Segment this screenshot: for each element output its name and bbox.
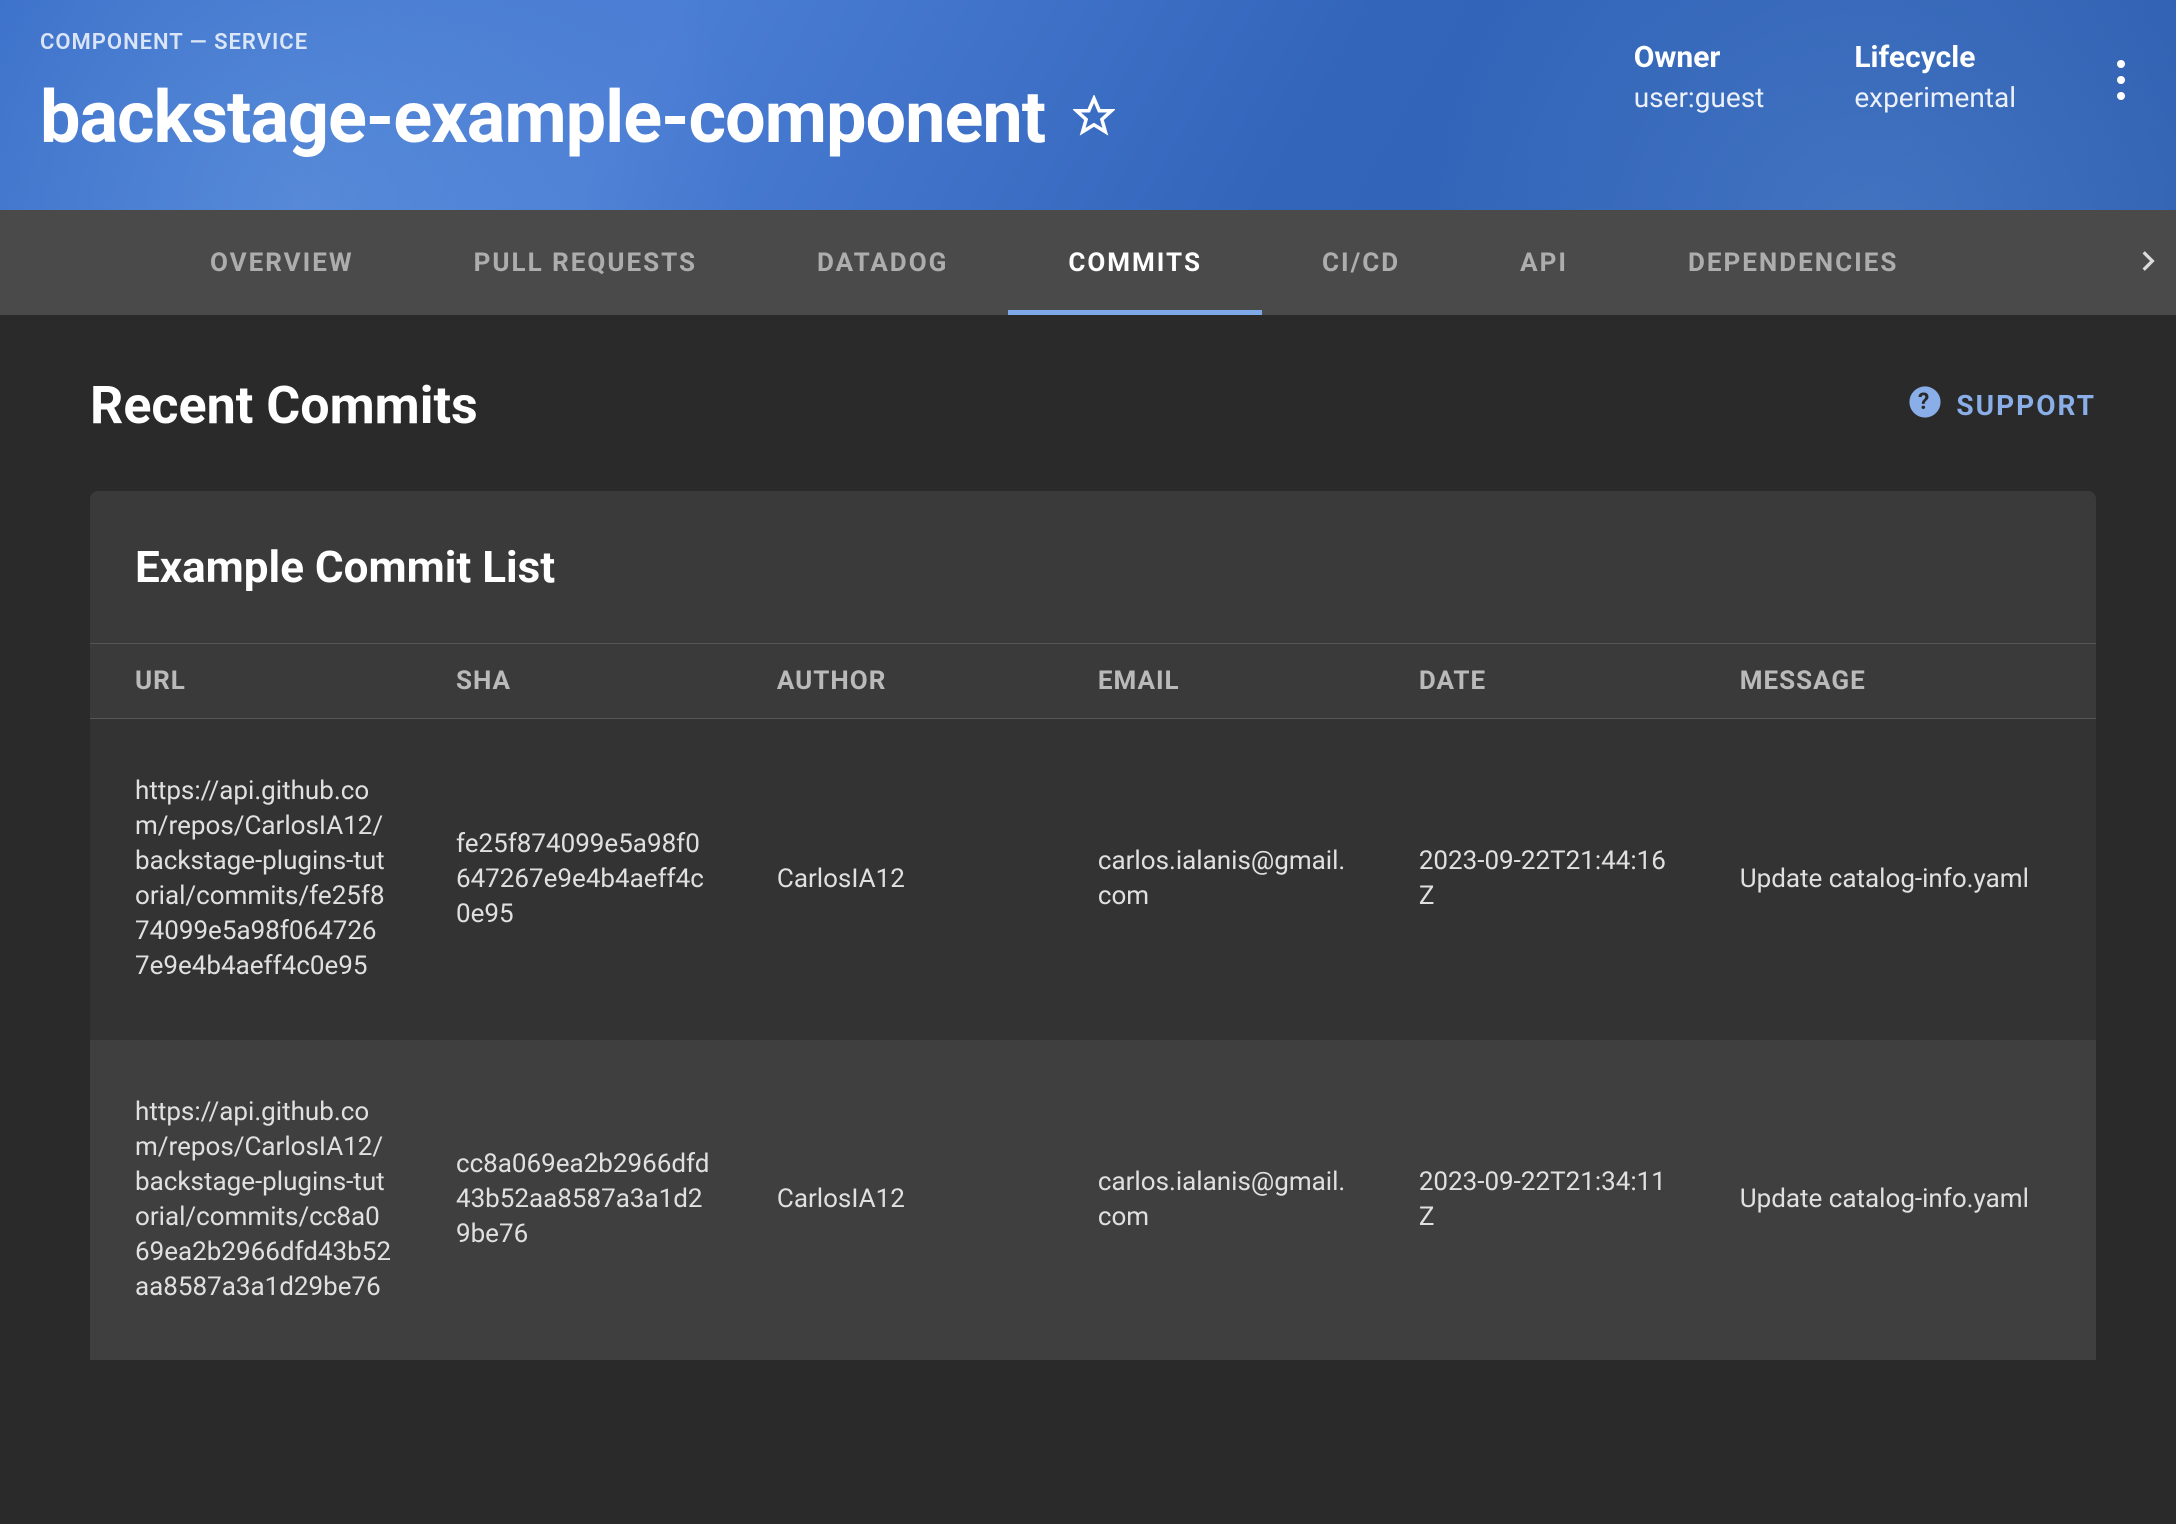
cell-email: carlos.ialanis@gmail.com (1053, 719, 1374, 1040)
cell-sha: cc8a069ea2b2966dfd43b52aa8587a3a1d29be76 (411, 1040, 732, 1361)
cell-message: Update catalog-info.yaml (1695, 1040, 2096, 1361)
table-row[interactable]: https://api.github.com/repos/CarlosIA12/… (90, 719, 2096, 1040)
cell-url: https://api.github.com/repos/CarlosIA12/… (90, 1040, 411, 1361)
cell-author: CarlosIA12 (732, 719, 1053, 1040)
cell-url: https://api.github.com/repos/CarlosIA12/… (90, 719, 411, 1040)
col-header-url[interactable]: URL (90, 644, 411, 719)
support-link[interactable]: ? SUPPORT (1908, 385, 2096, 426)
col-header-sha[interactable]: SHA (411, 644, 732, 719)
commits-table: URL SHA AUTHOR EMAIL DATE MESSAGE https:… (90, 644, 2096, 1360)
support-label: SUPPORT (1956, 389, 2096, 422)
favorite-star-icon[interactable] (1073, 95, 1115, 141)
tabs-bar: OVERVIEW PULL REQUESTS DATADOG COMMITS C… (0, 210, 2176, 315)
tab-cicd[interactable]: CI/CD (1262, 210, 1460, 315)
table-row[interactable]: https://api.github.com/repos/CarlosIA12/… (90, 1040, 2096, 1361)
owner-meta: Owner user:guest (1634, 40, 1765, 114)
section-title: Recent Commits (90, 375, 478, 436)
svg-text:?: ? (1918, 388, 1932, 415)
commits-card: Example Commit List URL SHA AUTHOR EMAIL… (90, 491, 2096, 1360)
col-header-date[interactable]: DATE (1374, 644, 1695, 719)
owner-label: Owner (1634, 40, 1765, 75)
cell-author: CarlosIA12 (732, 1040, 1053, 1361)
tab-api[interactable]: API (1460, 210, 1628, 315)
tab-commits[interactable]: COMMITS (1008, 210, 1262, 315)
col-header-email[interactable]: EMAIL (1053, 644, 1374, 719)
lifecycle-meta: Lifecycle experimental (1854, 40, 2016, 114)
cell-date: 2023-09-22T21:44:16Z (1374, 719, 1695, 1040)
tab-dependencies[interactable]: DEPENDENCIES (1628, 210, 1958, 315)
cell-email: carlos.ialanis@gmail.com (1053, 1040, 1374, 1361)
cell-message: Update catalog-info.yaml (1695, 719, 2096, 1040)
page-header: COMPONENT — SERVICE backstage-example-co… (0, 0, 2176, 210)
tabs-scroll-right-icon[interactable] (2135, 248, 2161, 278)
content-area: Recent Commits ? SUPPORT Example Commit … (0, 315, 2176, 1524)
col-header-author[interactable]: AUTHOR (732, 644, 1053, 719)
lifecycle-value: experimental (1854, 81, 2016, 114)
lifecycle-label: Lifecycle (1854, 40, 2016, 75)
page-title: backstage-example-component (40, 75, 1045, 160)
table-header-row: URL SHA AUTHOR EMAIL DATE MESSAGE (90, 644, 2096, 719)
owner-value: user:guest (1634, 81, 1765, 114)
more-menu-icon[interactable] (2106, 50, 2136, 114)
cell-sha: fe25f874099e5a98f0647267e9e4b4aeff4c0e95 (411, 719, 732, 1040)
tab-pull-requests[interactable]: PULL REQUESTS (414, 210, 757, 315)
card-title: Example Commit List (135, 541, 2051, 593)
tab-overview[interactable]: OVERVIEW (150, 210, 414, 315)
cell-date: 2023-09-22T21:34:11Z (1374, 1040, 1695, 1361)
col-header-message[interactable]: MESSAGE (1695, 644, 2096, 719)
help-icon: ? (1908, 385, 1942, 426)
tab-datadog[interactable]: DATADOG (757, 210, 1008, 315)
